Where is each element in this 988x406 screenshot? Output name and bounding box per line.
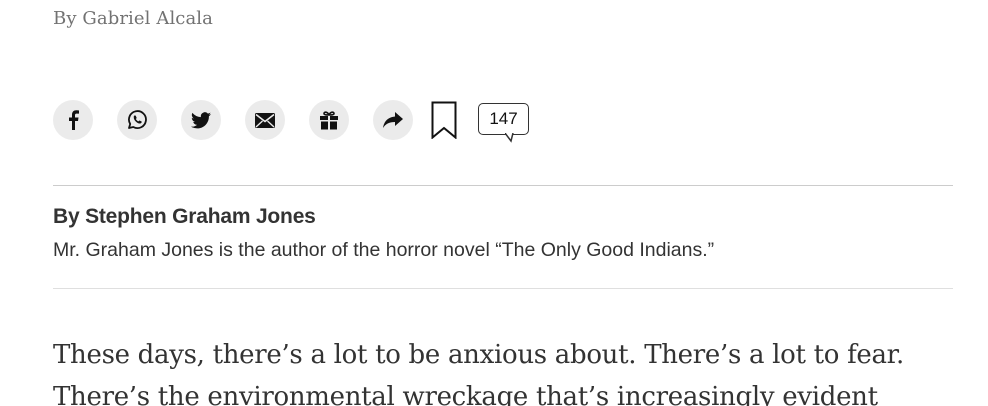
byline-divider-bottom	[53, 288, 953, 289]
article-body: These days, there’s a lot to be anxious …	[53, 334, 953, 406]
more-share-button[interactable]	[373, 100, 413, 140]
whatsapp-icon	[128, 110, 147, 129]
twitter-icon	[191, 111, 211, 128]
whatsapp-share-button[interactable]	[117, 100, 157, 140]
save-article-button[interactable]	[430, 100, 458, 140]
bookmark-icon	[431, 101, 457, 139]
twitter-share-button[interactable]	[181, 100, 221, 140]
gift-article-button[interactable]	[309, 100, 349, 140]
share-toolbar: 147	[53, 100, 529, 143]
photo-credit: By Gabriel Alcala	[53, 8, 213, 29]
byline-divider-top	[53, 185, 953, 186]
gift-icon	[320, 111, 338, 130]
comment-count: 147	[489, 108, 518, 128]
author-byline[interactable]: By Stephen Graham Jones	[53, 205, 316, 229]
author-bio: Mr. Graham Jones is the author of the ho…	[53, 239, 715, 261]
article-paragraph: These days, there’s a lot to be anxious …	[53, 340, 904, 406]
share-arrow-icon	[383, 112, 403, 128]
facebook-share-button[interactable]	[53, 100, 93, 140]
article-page: By Gabriel Alcala 147 By Stephen Graham …	[0, 0, 988, 406]
comments-button[interactable]: 147	[478, 102, 529, 143]
email-share-button[interactable]	[245, 100, 285, 140]
email-icon	[255, 112, 275, 128]
comment-bubble-tail	[505, 132, 514, 143]
facebook-icon	[69, 110, 79, 130]
